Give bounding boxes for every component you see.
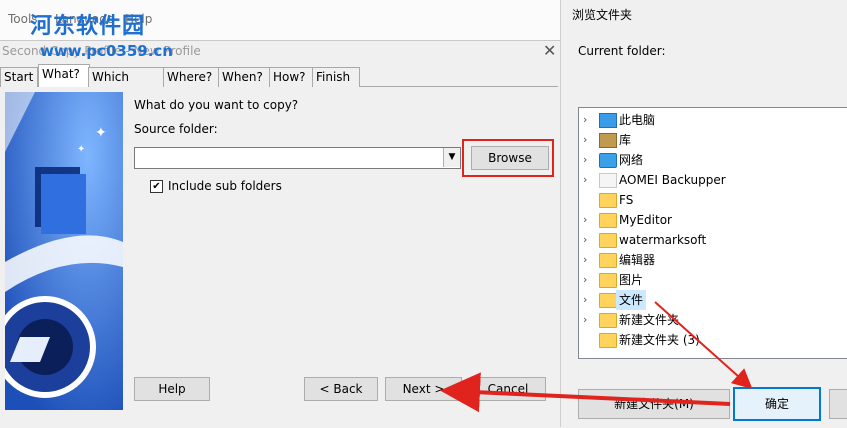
arrow-to-next — [440, 372, 731, 413]
arrow-to-ok — [654, 301, 753, 389]
annotation-arrows — [440, 301, 753, 413]
